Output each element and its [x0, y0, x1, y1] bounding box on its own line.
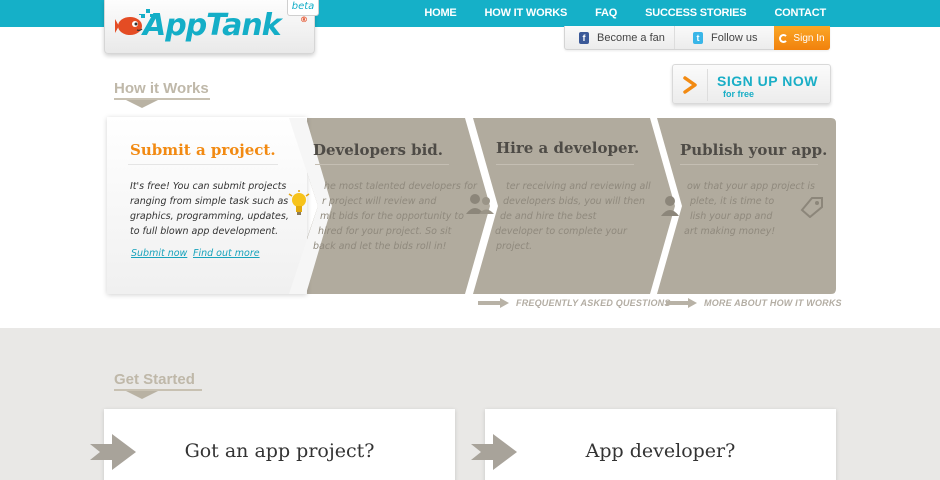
step-line: ranging from simple task such as: [130, 196, 289, 207]
app-project-title: Got an app project?: [184, 440, 375, 462]
lightbulb-icon: [288, 190, 310, 215]
step-line: graphics, programming, updates,: [130, 211, 289, 222]
heading-pointer-icon: [126, 391, 158, 399]
step-line: he most talented developers for: [324, 181, 477, 192]
submit-now-link[interactable]: Submit now: [131, 248, 187, 259]
user-icon: [661, 196, 679, 216]
step-line: ow that your app project is: [687, 181, 815, 192]
step-line: lish your app and: [690, 211, 773, 222]
step-title-bid: Developers bid.: [313, 141, 444, 159]
step-line: to full blown app development.: [130, 226, 279, 237]
step-rule: [496, 164, 634, 165]
find-out-more-link[interactable]: Find out more: [193, 248, 260, 259]
step-title-hire: Hire a developer.: [496, 139, 640, 157]
step-title-submit: Submit a project.: [130, 141, 276, 159]
more-about-link[interactable]: MORE ABOUT HOW IT WORKS: [704, 298, 842, 308]
more-arrow-icon: [666, 298, 697, 308]
step-line: plete, it is time to: [690, 196, 775, 207]
step-rule: [128, 164, 278, 165]
faq-arrow-icon: [478, 298, 509, 308]
step-line: developer to complete your: [495, 226, 627, 237]
app-developer-title: App developer?: [585, 440, 736, 462]
get-started-heading: Get Started: [114, 371, 195, 388]
step-line: r project will review and: [322, 196, 437, 207]
step-line: mit bids for the opportunity to: [320, 211, 464, 222]
step-line: ter receiving and reviewing all: [506, 181, 651, 192]
price-tag-icon: [800, 197, 823, 218]
people-icon: [466, 194, 494, 214]
step-title-publish: Publish your app.: [680, 141, 828, 159]
step-line: It's free! You can submit projects: [130, 181, 287, 192]
step-line: hired for your project. So sit: [318, 226, 452, 237]
faq-link[interactable]: FREQUENTLY ASKED QUESTIONS: [516, 298, 671, 308]
step-line: de and hire the best: [500, 211, 597, 222]
step-rule: [315, 164, 449, 165]
step-line: project.: [496, 241, 533, 252]
step-rule: [680, 164, 818, 165]
step-line: developers bids, you will then: [503, 196, 646, 207]
step-line: back and let the bids roll in!: [313, 241, 447, 252]
step-line: art making money!: [684, 226, 776, 237]
